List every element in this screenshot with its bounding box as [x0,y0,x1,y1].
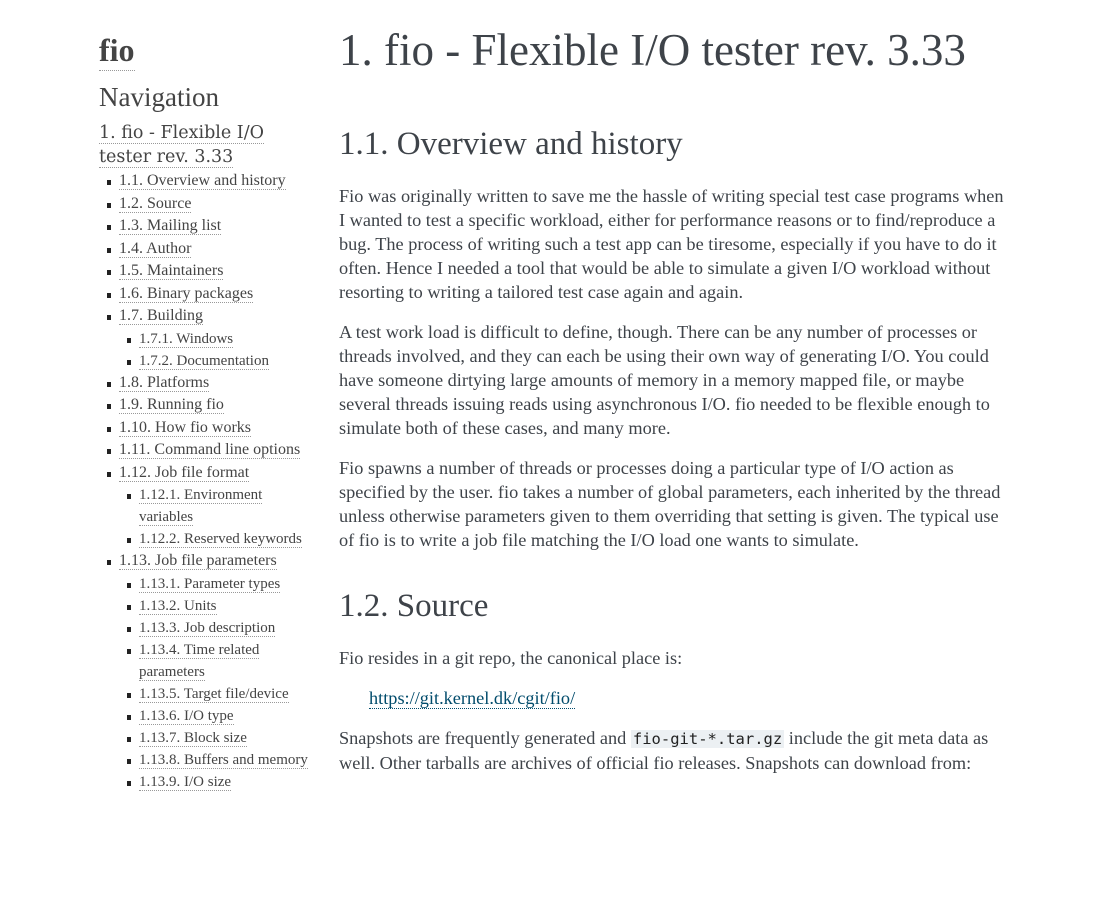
toc-subitem: 1.13.9. I/O size [119,771,314,793]
toc-subitem: 1.13.8. Buffers and memory [119,749,314,771]
sidebar: fio Navigation 1. fio - Flexible I/O tes… [99,30,314,793]
repo-link[interactable]: https://git.kernel.dk/cgit/fio/ [369,688,576,709]
toc-sublink[interactable]: 1.13.9. I/O size [139,773,232,791]
toc-sublink[interactable]: 1.13.5. Target file/device [139,685,289,703]
toc-link[interactable]: 1.11. Command line options [119,441,301,459]
toc-link[interactable]: 1.13. Job file parameters [119,552,277,570]
toc-sublist: 1.7.1. Windows 1.7.2. Documentation [119,328,314,372]
main-content: 1. fio - Flexible I/O tester rev. 3.33 1… [339,20,1004,791]
toc-link[interactable]: 1.12. Job file format [119,463,250,482]
toc-sublist: 1.12.1. Environment variables 1.12.2. Res… [119,484,314,550]
toc-subitem: 1.13.3. Job description [119,617,314,639]
toc-link[interactable]: 1.3. Mailing list [119,217,222,235]
overview-paragraph: A test work load is difficult to define,… [339,322,990,438]
toc-item: 1.10. How fio works [99,417,314,440]
toc-subitem: 1.13.6. I/O type [119,705,314,727]
toc-sublink[interactable]: 1.7.2. Documentation [139,352,269,370]
toc-list: 1.1. Overview and history 1.2. Source 1.3.… [99,170,314,793]
toc-top-link[interactable]: 1. fio - Flexible I/O tester rev. 3.33 [99,123,264,168]
toc-item: 1.3. Mailing list [99,215,314,238]
toc-link[interactable]: 1.10. How fio works [119,418,251,437]
toc-item: 1.4. Author [99,238,314,261]
toc-subitem: 1.7.2. Documentation [119,350,314,372]
toc-subitem: 1.13.4. Time related parameters [119,639,314,683]
logo-link[interactable]: fio [99,30,135,71]
toc-sublink[interactable]: 1.13.8. Buffers and memory [139,751,308,769]
toc-link[interactable]: 1.7. Building [119,307,204,325]
section-heading-source: 1.2. Source [339,588,489,624]
toc-item: 1.11. Command line options [99,439,314,462]
page-title: 1. fio - Flexible I/O tester rev. 3.33 [339,25,966,75]
toc-item: 1.12. Job file format 1.12.1. Environment… [99,462,314,551]
toc-sublink[interactable]: 1.12.1. Environment variables [139,487,263,526]
toc-subitem: 1.13.5. Target file/device [119,683,314,705]
source-intro: Fio resides in a git repo, the canonical… [339,648,683,668]
section-heading-overview: 1.1. Overview and history [339,126,683,162]
toc-sublink[interactable]: 1.13.3. Job description [139,619,276,637]
toc-item: 1.2. Source [99,193,314,216]
toc-link[interactable]: 1.9. Running fio [119,396,224,414]
snapshots-paragraph: Snapshots are frequently generated and f… [339,726,1004,775]
toc-link[interactable]: 1.5. Maintainers [119,262,224,280]
navigation-heading: Navigation [99,82,219,112]
toc-item: 1.7. Building 1.7.1. Windows 1.7.2. Docume… [99,305,314,372]
overview-paragraph: Fio was originally written to save me th… [339,186,1004,302]
toc-item: 1.6. Binary packages [99,283,314,306]
overview-paragraph: Fio spawns a number of threads or proces… [339,458,1001,550]
toc-subitem: 1.7.1. Windows [119,328,314,350]
toc-subitem: 1.13.2. Units [119,595,314,617]
toc-item: 1.5. Maintainers [99,260,314,283]
toc-link[interactable]: 1.4. Author [119,239,192,258]
snapshot-filename-code: fio-git-*.tar.gz [630,730,785,748]
toc-subitem: 1.12.1. Environment variables [119,484,314,528]
toc-sublink[interactable]: 1.13.7. Block size [139,729,247,747]
snapshots-text-before: Snapshots are frequently generated and [339,728,631,748]
toc-subitem: 1.12.2. Reserved keywords [119,528,314,550]
toc-sublist: 1.13.1. Parameter types 1.13.2. Units 1.13… [119,573,314,793]
toc-subitem: 1.13.7. Block size [119,727,314,749]
toc-sublink[interactable]: 1.13.1. Parameter types [139,575,281,593]
toc-item: 1.8. Platforms [99,372,314,395]
toc-sublink[interactable]: 1.12.2. Reserved keywords [139,531,302,548]
toc-link[interactable]: 1.6. Binary packages [119,284,254,303]
toc-item: 1.13. Job file parameters 1.13.1. Paramet… [99,550,314,793]
toc-subitem: 1.13.1. Parameter types [119,573,314,595]
toc-item: 1.1. Overview and history [99,170,314,193]
toc-sublink[interactable]: 1.13.6. I/O type [139,707,234,725]
toc-item: 1.9. Running fio [99,394,314,417]
toc-sublink[interactable]: 1.7.1. Windows [139,330,234,348]
toc-link[interactable]: 1.2. Source [119,194,192,213]
toc-link[interactable]: 1.8. Platforms [119,373,210,392]
toc-link[interactable]: 1.1. Overview and history [119,172,286,190]
toc-sublink[interactable]: 1.13.4. Time related parameters [139,641,260,681]
toc-sublink[interactable]: 1.13.2. Units [139,597,217,615]
